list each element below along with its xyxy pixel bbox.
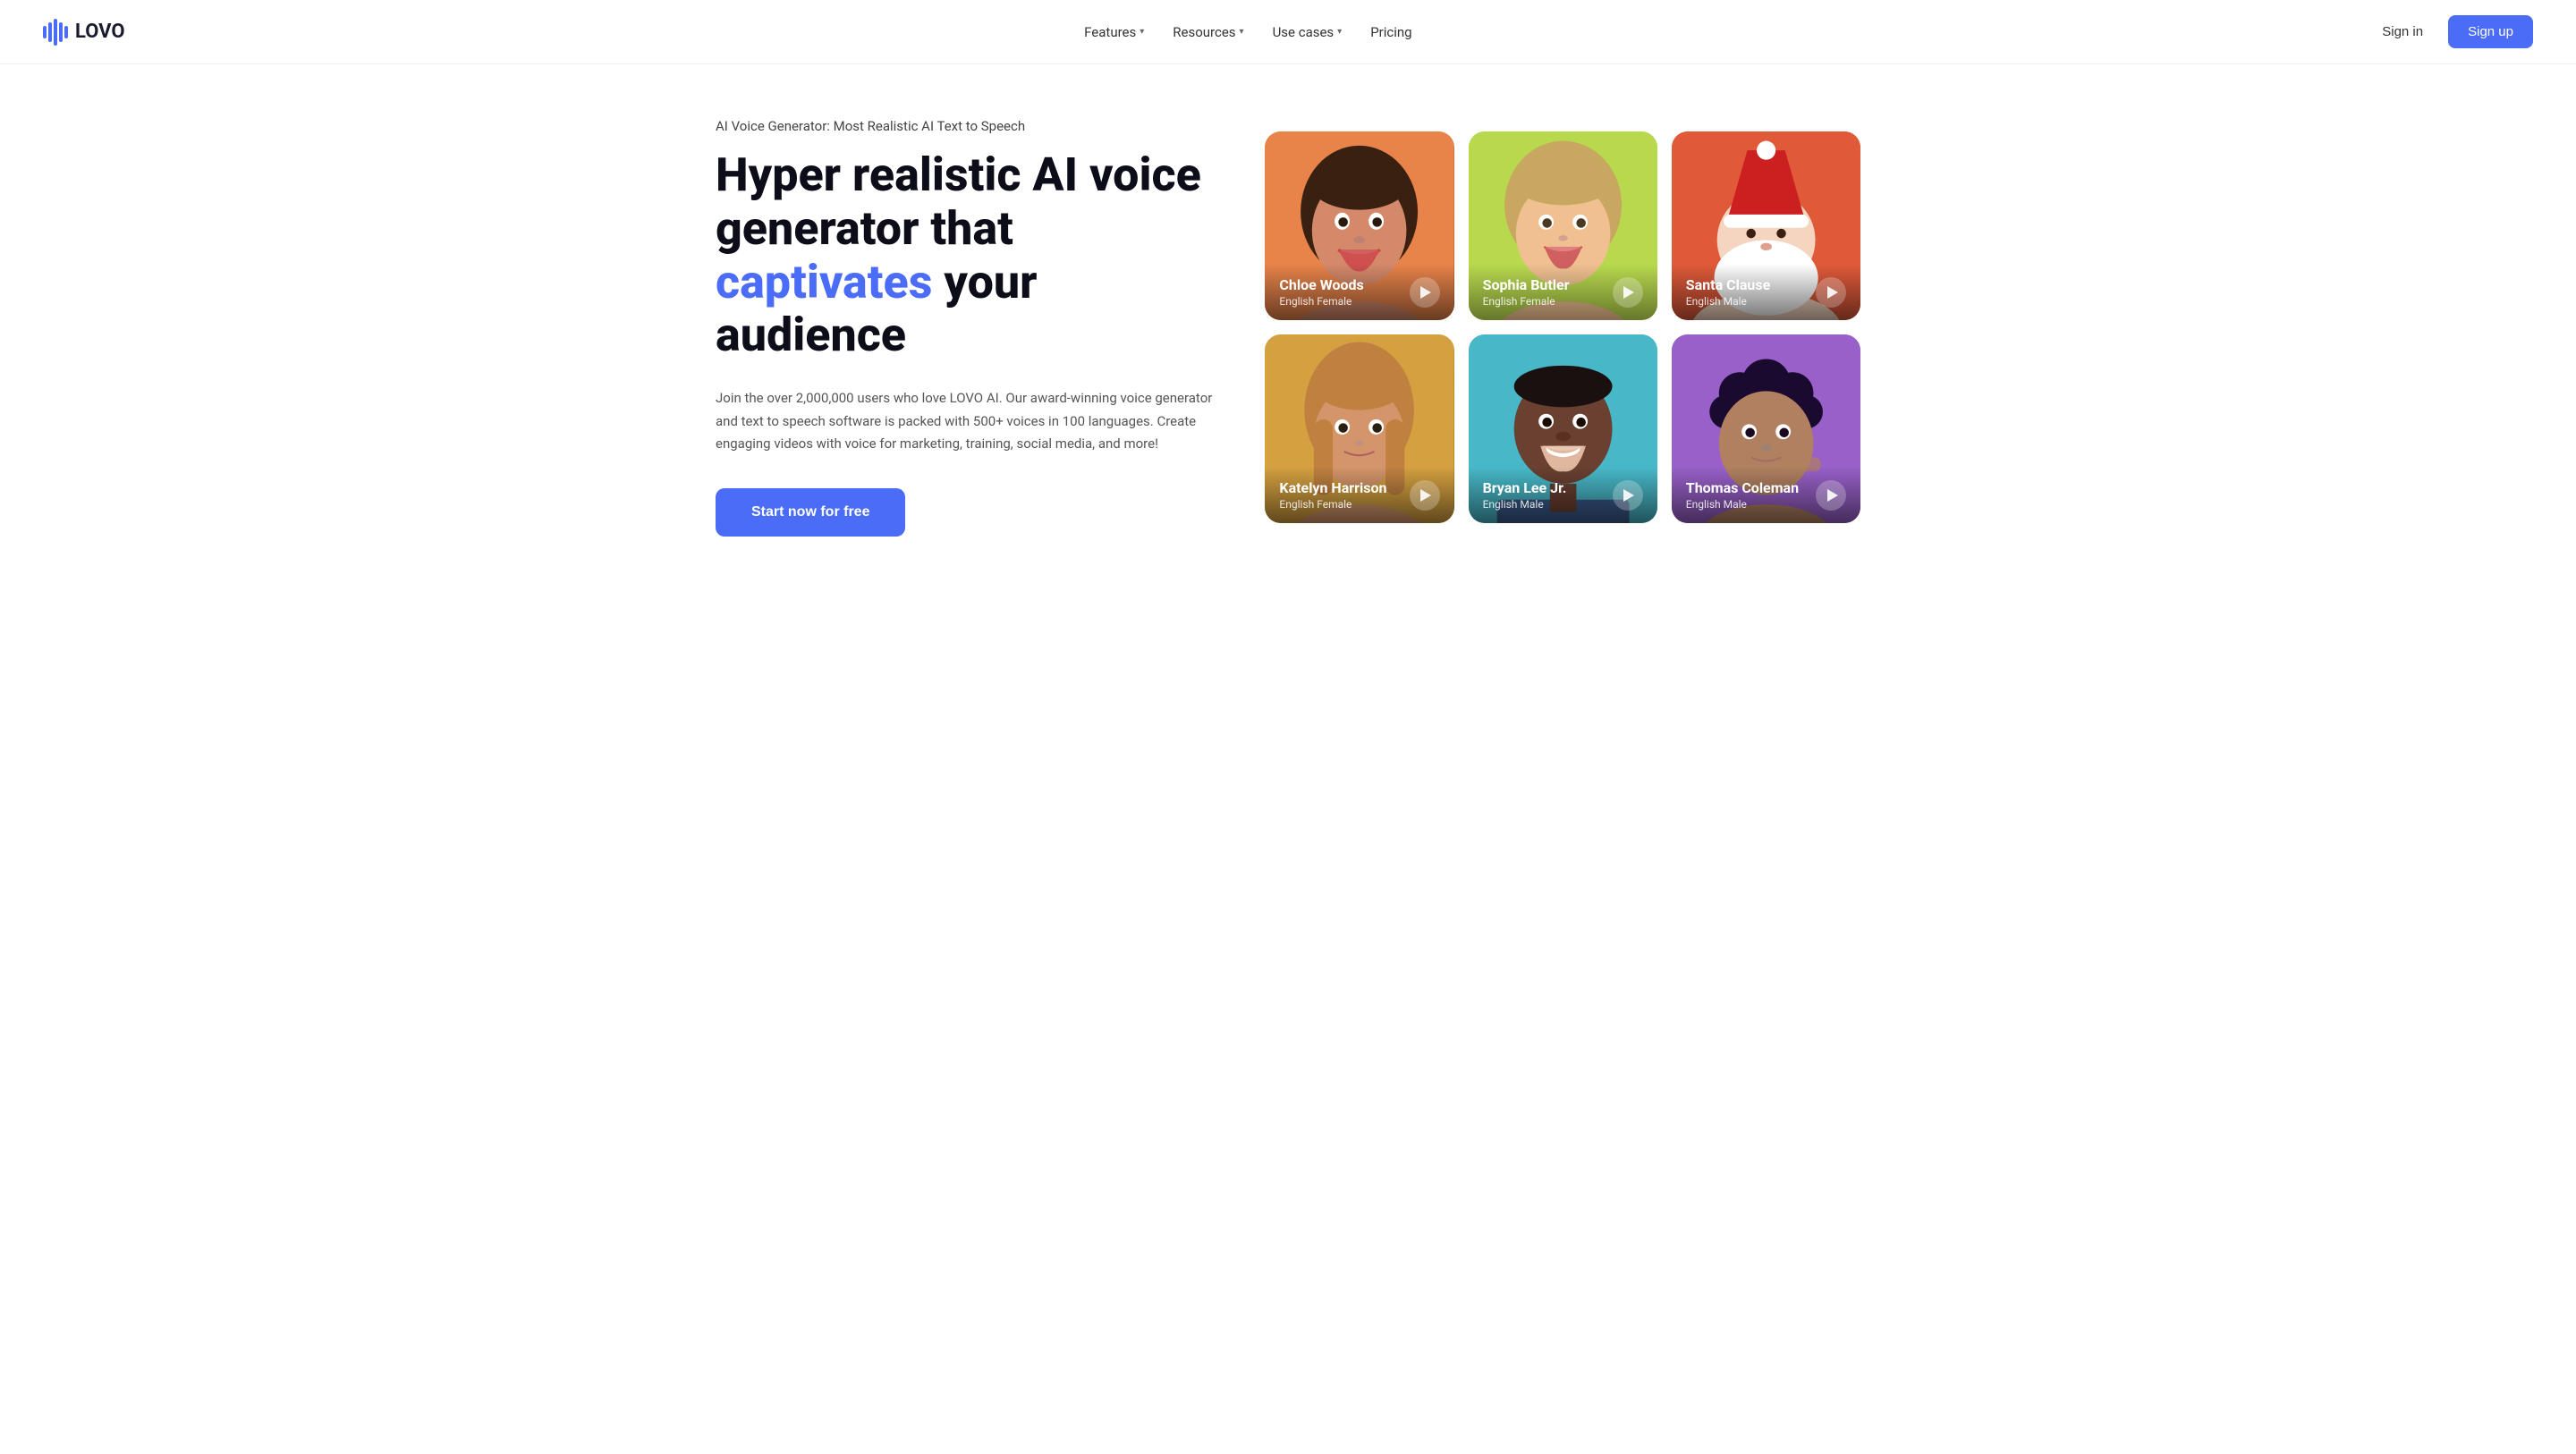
logo-bar-2 [48, 22, 52, 42]
voice-lang-chloe: English Female [1279, 295, 1363, 308]
voice-card-bryan[interactable]: Bryan Lee Jr. English Male [1469, 334, 1657, 523]
logo-text: LOVO [75, 21, 125, 43]
voice-name-thomas: Thomas Coleman [1686, 479, 1799, 496]
hero-subtitle: AI Voice Generator: Most Realistic AI Te… [716, 118, 1231, 134]
play-button-katelyn[interactable] [1410, 480, 1440, 511]
voice-lang-sophia: English Female [1483, 295, 1570, 308]
hero-title-highlight: captivates [716, 255, 932, 309]
play-button-bryan[interactable] [1613, 480, 1643, 511]
voice-info-santa: Santa Clause English Male [1686, 276, 1770, 308]
voice-card-inner-chloe: Chloe Woods English Female [1265, 131, 1453, 320]
hero-section: AI Voice Generator: Most Realistic AI Te… [644, 64, 1932, 608]
voice-lang-thomas: English Male [1686, 498, 1799, 511]
voice-card-sophia[interactable]: Sophia Butler English Female [1469, 131, 1657, 320]
signin-button[interactable]: Sign in [2371, 17, 2434, 46]
chevron-down-icon: ▾ [1140, 27, 1144, 37]
voice-card-overlay-thomas: Thomas Coleman English Male [1672, 467, 1860, 523]
voice-name-sophia: Sophia Butler [1483, 276, 1570, 293]
play-icon-bryan [1623, 489, 1634, 502]
voice-card-overlay-santa: Santa Clause English Male [1672, 264, 1860, 320]
voice-card-overlay-katelyn: Katelyn Harrison English Female [1265, 467, 1453, 523]
nav-links: Features ▾ Resources ▾ Use cases ▾ Prici… [1084, 24, 1411, 40]
hero-title: Hyper realistic AI voice generator that … [716, 148, 1231, 362]
voice-lang-katelyn: English Female [1279, 498, 1386, 511]
voice-name-bryan: Bryan Lee Jr. [1483, 479, 1567, 496]
voice-card-thomas[interactable]: Thomas Coleman English Male [1672, 334, 1860, 523]
play-button-thomas[interactable] [1816, 480, 1846, 511]
nav-pricing[interactable]: Pricing [1370, 24, 1411, 40]
hero-title-part1: Hyper realistic AI voice generator that [716, 148, 1201, 256]
voice-card-santa[interactable]: Santa Clause English Male [1672, 131, 1860, 320]
play-icon-sophia [1623, 286, 1634, 299]
nav-features[interactable]: Features ▾ [1084, 24, 1144, 40]
play-icon-thomas [1827, 489, 1838, 502]
play-button-chloe[interactable] [1410, 277, 1440, 308]
voice-info-sophia: Sophia Butler English Female [1483, 276, 1570, 308]
voice-card-inner-santa: Santa Clause English Male [1672, 131, 1860, 320]
cta-button[interactable]: Start now for free [716, 488, 905, 537]
voice-info-thomas: Thomas Coleman English Male [1686, 479, 1799, 511]
hero-description: Join the over 2,000,000 users who love L… [716, 387, 1231, 456]
logo-bar-3 [54, 19, 57, 46]
navbar: LOVO Features ▾ Resources ▾ Use cases ▾ … [0, 0, 2576, 64]
voice-card-chloe[interactable]: Chloe Woods English Female [1265, 131, 1453, 320]
voice-card-overlay-sophia: Sophia Butler English Female [1469, 264, 1657, 320]
chevron-down-icon: ▾ [1240, 27, 1244, 37]
voice-card-overlay-chloe: Chloe Woods English Female [1265, 264, 1453, 320]
voice-card-inner-bryan: Bryan Lee Jr. English Male [1469, 334, 1657, 523]
play-button-sophia[interactable] [1613, 277, 1643, 308]
voice-name-santa: Santa Clause [1686, 276, 1770, 293]
signup-button[interactable]: Sign up [2448, 15, 2533, 48]
voice-card-inner-katelyn: Katelyn Harrison English Female [1265, 334, 1453, 523]
play-button-santa[interactable] [1816, 277, 1846, 308]
play-icon-katelyn [1420, 489, 1431, 502]
nav-use-cases[interactable]: Use cases ▾ [1273, 24, 1343, 40]
logo-bar-1 [43, 26, 47, 38]
voice-grid: Chloe Woods English Female [1265, 131, 1860, 523]
voice-info-katelyn: Katelyn Harrison English Female [1279, 479, 1386, 511]
voice-lang-santa: English Male [1686, 295, 1770, 308]
voice-info-bryan: Bryan Lee Jr. English Male [1483, 479, 1567, 511]
hero-content: AI Voice Generator: Most Realistic AI Te… [716, 118, 1231, 537]
logo-bar-4 [59, 22, 63, 42]
voice-card-overlay-bryan: Bryan Lee Jr. English Male [1469, 467, 1657, 523]
nav-actions: Sign in Sign up [2371, 15, 2533, 48]
logo[interactable]: LOVO [43, 19, 125, 46]
voice-name-katelyn: Katelyn Harrison [1279, 479, 1386, 496]
play-icon-chloe [1420, 286, 1431, 299]
voice-lang-bryan: English Male [1483, 498, 1567, 511]
voice-info-chloe: Chloe Woods English Female [1279, 276, 1363, 308]
voice-name-chloe: Chloe Woods [1279, 276, 1363, 293]
voice-card-inner-thomas: Thomas Coleman English Male [1672, 334, 1860, 523]
play-icon-santa [1827, 286, 1838, 299]
chevron-down-icon: ▾ [1337, 27, 1342, 37]
logo-icon [43, 19, 68, 46]
voice-grid-container: Chloe Woods English Female [1265, 131, 1860, 523]
voice-card-inner-sophia: Sophia Butler English Female [1469, 131, 1657, 320]
voice-card-katelyn[interactable]: Katelyn Harrison English Female [1265, 334, 1453, 523]
logo-bar-5 [64, 26, 68, 38]
nav-resources[interactable]: Resources ▾ [1173, 24, 1243, 40]
